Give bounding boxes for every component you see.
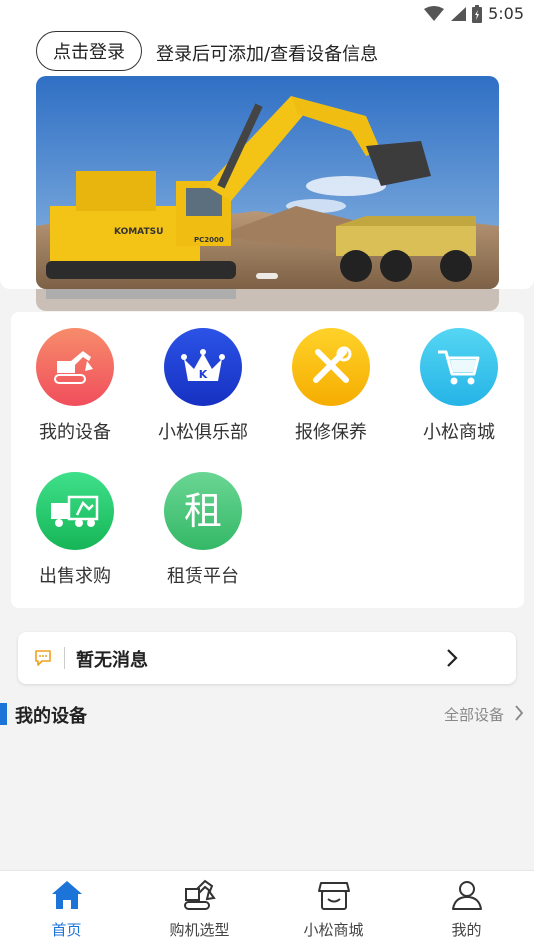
- menu-item-komatsu-club[interactable]: K 小松俱乐部: [139, 328, 267, 444]
- banner-carousel[interactable]: KOMATSU PC2000: [0, 76, 534, 312]
- divider: [64, 647, 65, 669]
- menu-label: 小松商城: [423, 422, 495, 443]
- section-accent-bar: [0, 703, 7, 725]
- login-button[interactable]: 点击登录: [36, 31, 142, 71]
- menu-item-repair-maintenance[interactable]: 报修保养: [267, 328, 395, 444]
- status-time: 5:05: [488, 4, 524, 23]
- function-menu: 我的设备 K 小松俱乐部 报修保养 小松商城 出售求购 租 租赁平台: [11, 312, 524, 608]
- banner-image[interactable]: KOMATSU PC2000: [36, 76, 499, 289]
- my-devices-header: 我的设备 全部设备: [0, 700, 534, 728]
- all-devices-link[interactable]: 全部设备: [444, 704, 504, 725]
- tab-label: 小松商城: [303, 921, 364, 939]
- home-icon: [50, 877, 84, 913]
- menu-circle: [36, 328, 114, 406]
- excavator-icon: [54, 351, 93, 384]
- tab-home[interactable]: 首页: [0, 871, 133, 950]
- crown-icon: K: [181, 349, 225, 381]
- top-bar: 点击登录 登录后可添加/查看设备信息: [0, 28, 534, 78]
- tab-mine[interactable]: 我的: [400, 871, 533, 950]
- excavator-outline-icon: [183, 877, 217, 913]
- cart-icon: [438, 350, 480, 385]
- chat-bubble-icon: [35, 650, 51, 666]
- menu-item-my-devices[interactable]: 我的设备: [11, 328, 139, 444]
- chevron-right-icon[interactable]: [446, 648, 458, 668]
- banner-model-text: PC2000: [194, 236, 224, 244]
- menu-item-komatsu-mall[interactable]: 小松商城: [395, 328, 523, 444]
- login-hint: 登录后可添加/查看设备信息: [156, 44, 379, 65]
- menu-label: 租赁平台: [167, 566, 239, 587]
- chevron-right-icon[interactable]: [514, 704, 524, 722]
- wifi-icon: [424, 5, 445, 21]
- message-bar[interactable]: 暂无消息: [18, 632, 516, 684]
- message-text: 暂无消息: [76, 650, 148, 671]
- tab-label: 我的: [451, 921, 482, 939]
- tab-label: 购机选型: [169, 921, 230, 939]
- menu-circle: [420, 328, 498, 406]
- rent-icon: 租: [183, 489, 222, 533]
- user-icon: [450, 877, 484, 913]
- status-icons: 5:05: [424, 4, 524, 23]
- section-title: 我的设备: [15, 706, 87, 727]
- menu-label: 小松俱乐部: [158, 422, 248, 443]
- truck-icon: [51, 495, 99, 527]
- wrench-screwdriver-icon: [313, 346, 352, 383]
- signal-icon: [451, 6, 467, 21]
- menu-item-rental-platform[interactable]: 租 租赁平台: [139, 472, 267, 588]
- tab-machine-selection[interactable]: 购机选型: [133, 871, 266, 950]
- menu-label: 出售求购: [39, 566, 111, 587]
- menu-label: 报修保养: [295, 422, 367, 443]
- svg-text:K: K: [199, 368, 208, 381]
- carousel-dot-active[interactable]: [256, 273, 278, 279]
- battery-icon: [472, 4, 483, 23]
- store-icon: [317, 877, 351, 913]
- tab-label: 首页: [51, 921, 82, 939]
- menu-circle: 租: [164, 472, 242, 550]
- banner-brand-text: KOMATSU: [114, 227, 163, 237]
- menu-label: 我的设备: [39, 422, 111, 443]
- menu-item-sell-buy[interactable]: 出售求购: [11, 472, 139, 588]
- status-bar: 5:05: [0, 0, 534, 28]
- menu-circle: K: [164, 328, 242, 406]
- bottom-tab-bar: 首页 购机选型 小松商城 我的: [0, 870, 534, 950]
- tab-komatsu-mall[interactable]: 小松商城: [267, 871, 400, 950]
- menu-circle: [36, 472, 114, 550]
- menu-circle: [292, 328, 370, 406]
- banner-reflection: [36, 289, 499, 311]
